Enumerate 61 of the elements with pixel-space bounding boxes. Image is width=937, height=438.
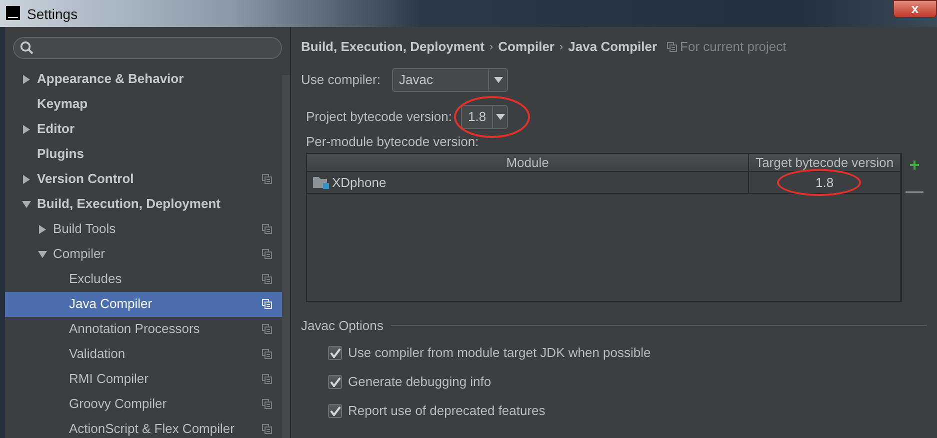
table-cell-text: XDphone — [332, 174, 386, 192]
project-scope-icon — [262, 299, 272, 309]
tree-item[interactable]: Editor — [5, 116, 282, 142]
project-scope-icon — [262, 349, 272, 359]
breadcrumb-separator: › — [559, 40, 564, 55]
add-button[interactable]: + — [909, 157, 920, 173]
project-scope-icon — [262, 374, 272, 384]
field-label: Per-module bytecode version: — [305, 133, 479, 151]
project-scope-icon — [262, 224, 272, 234]
close-button[interactable]: x — [893, 0, 937, 18]
breadcrumb-link[interactable]: Compiler — [498, 37, 554, 57]
tree-item[interactable]: RMI Compiler — [5, 366, 282, 392]
checkbox-label: Use compiler from module target JDK when possible — [348, 344, 651, 362]
tree-item[interactable]: Groovy Compiler — [5, 392, 282, 416]
tree-item[interactable]: Build, Execution, Deployment — [5, 192, 282, 216]
column-header[interactable]: Target bytecode version — [748, 154, 900, 171]
dropdown[interactable]: Javac — [392, 68, 508, 92]
dropdown-arrow-icon — [496, 114, 505, 120]
tree-item[interactable]: Plugins — [5, 142, 282, 166]
project-scope-icon — [262, 424, 272, 434]
breadcrumb-separator: › — [489, 40, 494, 55]
field-label: Project bytecode version: — [306, 108, 453, 126]
tree-item[interactable]: Version Control — [5, 166, 282, 192]
breadcrumb-link[interactable]: Java Compiler — [568, 37, 658, 57]
checkbox[interactable] — [328, 374, 342, 388]
dropdown-arrow-icon — [494, 77, 502, 83]
tree-item[interactable]: Annotation Processors — [5, 316, 282, 342]
scope-label: For current project — [680, 38, 786, 56]
tree-item[interactable]: ActionScript & Flex Compiler — [5, 416, 282, 438]
tree-item[interactable]: Build Tools — [5, 216, 282, 242]
dropdown[interactable]: 1.8 — [461, 105, 508, 129]
breadcrumb-link[interactable]: Build, Execution, Deployment — [301, 37, 484, 57]
tree-item[interactable]: Appearance & Behavior — [5, 66, 282, 92]
check-icon — [330, 376, 340, 386]
tree-item[interactable]: Keymap — [5, 92, 282, 116]
window-title: Settings — [27, 5, 78, 24]
project-scope-icon — [262, 174, 272, 184]
project-scope-icon — [262, 399, 272, 409]
scrollbar[interactable] — [282, 75, 290, 438]
section-title: Javac Options — [301, 317, 384, 335]
project-scope-icon — [667, 42, 678, 52]
table-cell-text: 1.8 — [816, 174, 834, 192]
check-icon — [330, 348, 340, 358]
tree-item[interactable]: Validation — [5, 342, 282, 366]
project-scope-icon — [262, 274, 272, 284]
search-icon — [20, 40, 34, 55]
checkbox-label: Generate debugging info — [348, 372, 492, 391]
folder-icon — [313, 176, 329, 189]
tree-item[interactable]: Compiler — [5, 242, 282, 266]
tree-item[interactable]: Excludes — [5, 266, 282, 292]
checkbox[interactable] — [328, 346, 342, 360]
field-label: Use compiler: — [301, 71, 382, 90]
checkbox[interactable] — [328, 404, 342, 418]
checkbox-label: Report use of deprecated features — [348, 402, 546, 420]
tree-item[interactable]: Java Compiler — [5, 292, 282, 316]
project-scope-icon — [262, 249, 272, 259]
check-icon — [330, 406, 340, 416]
app-logo-icon — [6, 6, 20, 20]
project-scope-icon — [262, 324, 272, 334]
column-header[interactable]: Module — [307, 154, 748, 171]
search-field[interactable] — [13, 37, 282, 58]
